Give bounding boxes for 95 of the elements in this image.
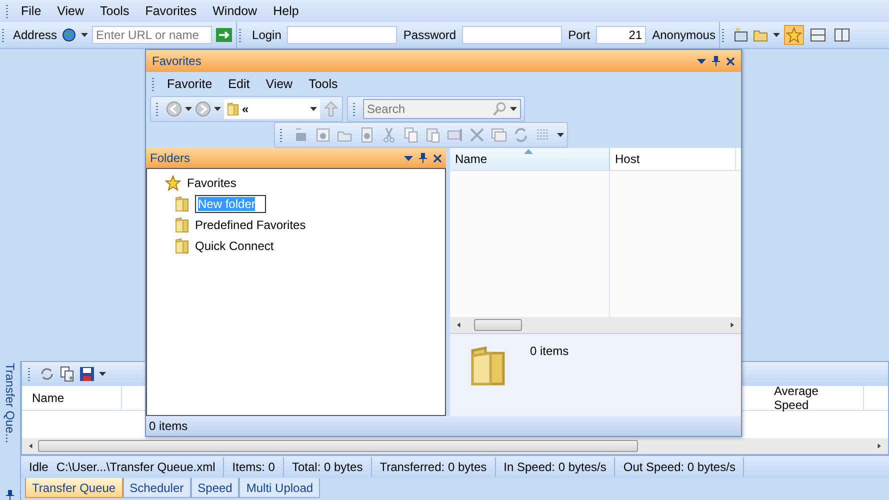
menu-item[interactable]: Favorite [159,75,220,93]
close-icon[interactable] [433,154,442,162]
login-label: Login [252,28,282,42]
status-text: 0 items [149,419,188,433]
menu-item[interactable]: Help [265,2,307,20]
port-label: Port [568,28,590,42]
address-label: Address [13,28,58,42]
password-label: Password [403,28,456,42]
caret-icon[interactable] [81,33,88,37]
caret-icon[interactable] [773,33,780,37]
close-icon[interactable] [726,56,735,66]
status-text: Idle [28,459,48,476]
status-text: Total: 0 bytes [284,457,372,478]
tab[interactable]: Multi Upload [239,478,320,498]
rename-icon[interactable] [447,127,463,143]
paste-icon[interactable] [425,127,441,143]
status-text: Transferred: 0 bytes [372,457,496,478]
folder-icon [175,196,189,212]
dropdown-icon[interactable] [404,156,413,160]
grip-icon[interactable] [280,128,283,142]
caret-icon[interactable] [214,107,221,111]
menu-item[interactable]: Edit [220,75,258,93]
menu-item[interactable]: Tools [92,2,138,20]
column-header[interactable]: Host [610,148,736,170]
folder-icon [175,216,189,232]
column-header[interactable]: Name [450,148,610,170]
window-title: Favorites [152,54,202,68]
password-field[interactable] [462,26,562,44]
split-horizontal-icon [810,27,826,43]
item-count: 0 items [530,344,569,358]
search-field[interactable]: Search [363,99,521,119]
grip-icon[interactable] [353,102,356,116]
new-connection-icon[interactable] [733,27,750,43]
folder-icon [175,238,189,254]
anonymous-label: Anonymous [652,28,716,42]
column-header[interactable]: Average Speed [764,386,864,410]
split-vertical-icon [834,27,850,43]
cut-icon[interactable] [381,127,397,143]
port-field[interactable]: 21 [596,26,646,44]
folder-icon [227,101,239,117]
caret-icon[interactable] [557,133,564,137]
grip-icon[interactable] [6,4,9,18]
status-text: Items: 0 [224,457,284,478]
connect-icon[interactable] [293,127,309,143]
scrollbar-thumb[interactable] [38,440,638,452]
side-tab[interactable]: Transfer Que... [3,363,17,444]
caret-icon[interactable] [510,107,517,111]
path-combo[interactable]: « [224,99,320,119]
tab[interactable]: Speed [190,478,240,498]
tree-item[interactable]: Favorites [187,176,236,190]
star-icon [165,174,181,190]
shortcut-icon[interactable] [315,127,331,143]
status-text: C:\User...\Transfer Queue.xml [48,457,224,478]
sync-icon[interactable] [513,127,529,143]
grip-icon[interactable] [722,28,726,42]
status-text: Out Speed: 0 bytes/s [615,457,744,478]
menu-item[interactable]: View [258,75,301,93]
up-icon[interactable] [323,101,339,117]
caret-icon[interactable] [310,107,317,111]
tree-item[interactable]: Predefined Favorites [195,218,306,232]
column-header[interactable]: Name [22,386,122,410]
copy-icon[interactable] [59,366,75,382]
windows-icon[interactable] [491,127,507,143]
pane-title: Folders [150,151,190,165]
tab[interactable]: Scheduler [122,478,191,498]
grip-icon[interactable] [2,28,5,42]
tab[interactable]: Transfer Queue [25,478,123,498]
menu-item[interactable]: File [13,2,50,20]
search-icon [492,101,508,117]
globe-icon[interactable] [61,27,78,43]
pin-icon[interactable] [712,56,720,66]
tree-item[interactable]: Quick Connect [195,238,274,252]
grip-icon[interactable] [28,367,31,381]
scrollbar-thumb[interactable] [474,319,522,331]
pin-icon[interactable] [419,153,427,163]
menu-item[interactable]: View [49,2,92,20]
grip-icon[interactable] [156,102,159,116]
status-text: In Speed: 0 bytes/s [496,457,616,478]
star-icon [786,27,802,43]
menu-item[interactable]: Tools [300,75,346,93]
pin-icon[interactable] [6,490,14,500]
save-icon[interactable] [79,366,95,382]
folder-icon [470,344,506,388]
login-field[interactable] [287,26,398,44]
caret-icon[interactable] [185,107,192,111]
menu-item[interactable]: Favorites [137,2,205,20]
document-icon[interactable] [359,127,375,143]
grip-icon[interactable] [239,28,242,42]
address-field[interactable]: Enter URL or name [92,26,212,44]
delete-icon[interactable] [469,127,485,143]
grip-icon[interactable] [152,77,155,91]
caret-icon[interactable] [99,372,106,376]
dropdown-icon[interactable] [697,58,706,64]
refresh-icon[interactable] [39,366,55,382]
menu-item[interactable]: Window [204,2,266,20]
